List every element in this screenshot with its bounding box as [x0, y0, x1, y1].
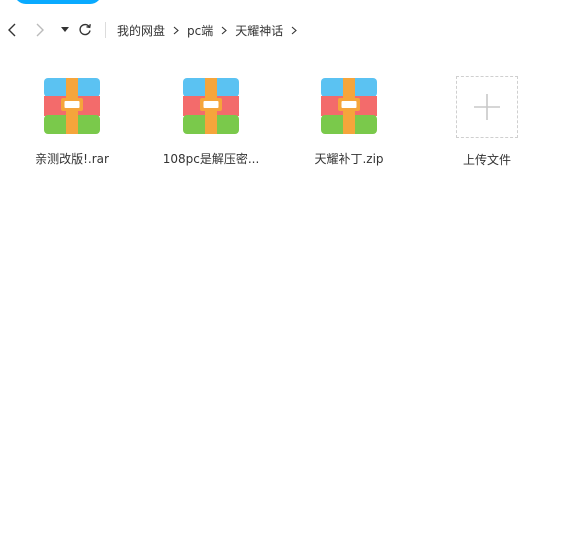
file-item[interactable]: 天耀补丁.zip: [294, 74, 404, 167]
toolbar: 我的网盘 pc端 天耀神话: [0, 14, 578, 46]
refresh-button[interactable]: [75, 20, 95, 40]
file-item[interactable]: 亲测改版!.rar: [17, 74, 127, 167]
breadcrumb-item-root[interactable]: 我的网盘: [117, 22, 165, 39]
upload-file-item[interactable]: 上传文件: [432, 74, 542, 168]
file-name: 108pc是解压密...: [162, 152, 260, 166]
breadcrumb-item-pc[interactable]: pc端: [187, 22, 213, 39]
archive-icon: [44, 78, 100, 134]
file-name: 亲测改版!.rar: [35, 152, 109, 166]
chevron-right-icon: [283, 26, 305, 35]
archive-icon: [321, 78, 377, 134]
chevron-right-icon: [213, 26, 235, 35]
chevron-right-icon: [36, 23, 44, 37]
breadcrumb: 我的网盘 pc端 天耀神话: [117, 14, 305, 46]
upload-button[interactable]: [456, 76, 518, 138]
chevron-right-icon: [165, 26, 187, 35]
back-button[interactable]: [2, 20, 22, 40]
history-dropdown-button[interactable]: [55, 20, 75, 40]
file-name: 天耀补丁.zip: [314, 152, 384, 166]
file-browser-window: 我的网盘 pc端 天耀神话 亲测改版!.rar 108pc是解压密... 天耀补…: [0, 0, 578, 536]
caret-down-icon: [61, 27, 69, 32]
archive-icon: [183, 78, 239, 134]
toolbar-divider: [105, 22, 106, 38]
breadcrumb-item-current[interactable]: 天耀神话: [235, 22, 283, 39]
refresh-icon: [79, 23, 91, 36]
chevron-left-icon: [8, 23, 16, 37]
plus-icon: [474, 94, 500, 120]
forward-button[interactable]: [30, 20, 50, 40]
active-tab-indicator: [14, 0, 102, 4]
upload-label: 上传文件: [462, 153, 511, 167]
file-item[interactable]: 108pc是解压密...: [156, 74, 266, 167]
